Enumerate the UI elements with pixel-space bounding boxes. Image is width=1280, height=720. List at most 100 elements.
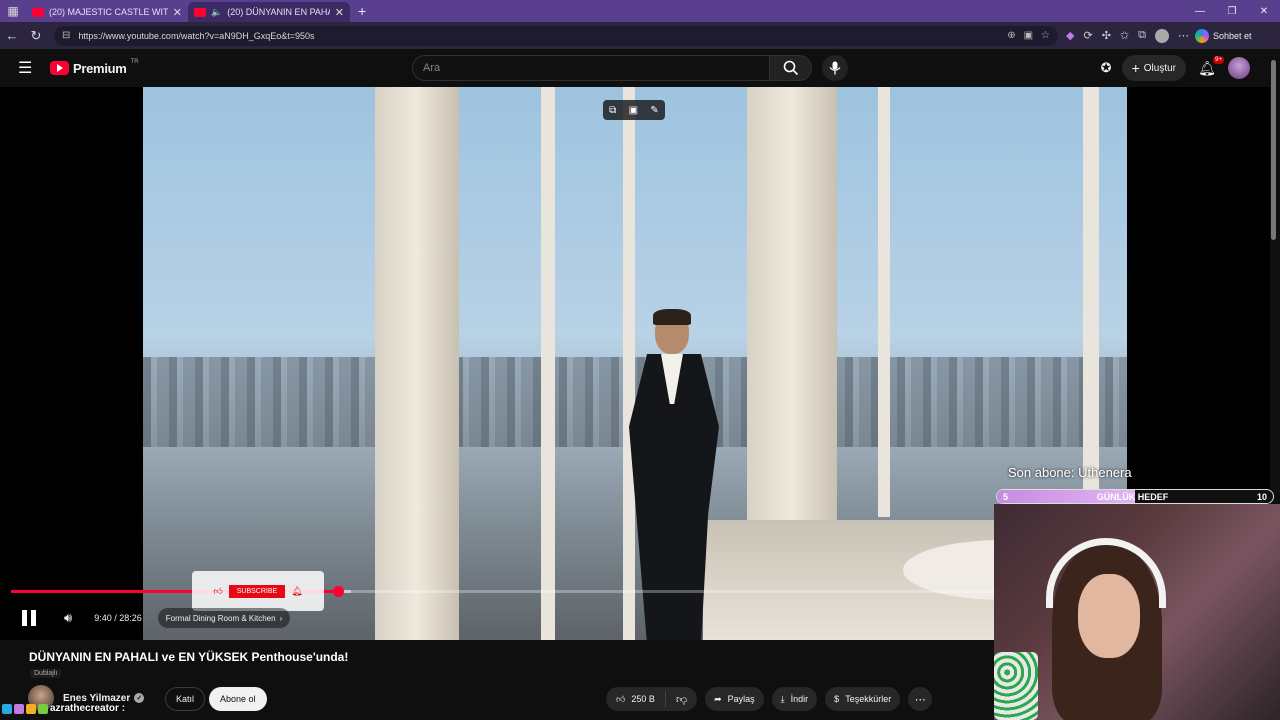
- notification-badge: 9+: [1213, 55, 1224, 64]
- youtube-logo[interactable]: Premium TR: [50, 58, 139, 76]
- video-frame: [143, 87, 1127, 640]
- plus-icon: +: [1131, 60, 1140, 76]
- youtube-header: ☰ Premium TR Ara ✪ + Oluştur 🔔︎ 9+: [0, 49, 1280, 87]
- url-text: https://www.youtube.com/watch?v=aN9DH_Gx…: [78, 30, 315, 41]
- browser-tab-bar: ▦ (20) MAJESTIC CASTLE WITH VIE ✕ 🔈 (20)…: [0, 0, 1280, 22]
- channel-name[interactable]: Enes Yilmazer ✓: [63, 692, 145, 704]
- logo-text: Premium: [73, 60, 127, 76]
- capture-icon[interactable]: ▣: [629, 105, 638, 116]
- microphone-icon: [829, 61, 841, 75]
- streamer-name-overlay: azrathecreator :: [2, 703, 125, 714]
- like-icon: 👍︎: [213, 585, 223, 596]
- share-icon: ➦: [714, 693, 722, 704]
- video-actions: 👍︎ 250 B 👎︎ ➦ Paylaş ⤓ İndir $ Teşekkürl…: [606, 687, 933, 711]
- goal-target: 10: [1256, 491, 1267, 502]
- refresh-icon[interactable]: ↻: [24, 28, 48, 44]
- voice-search-button[interactable]: [822, 55, 848, 81]
- extension-icon[interactable]: ⊕: [1007, 30, 1015, 41]
- premium-badge-icon[interactable]: ✪: [1101, 60, 1112, 76]
- close-window-icon[interactable]: ✕: [1248, 0, 1280, 22]
- goal-title: GÜNLÜK HEDEF: [1096, 491, 1169, 502]
- address-bar-row: ← ↻ ⊟ https://www.youtube.com/watch?v=aN…: [0, 22, 1280, 49]
- emote-icon: [38, 703, 48, 714]
- site-info-icon[interactable]: ⊟: [62, 30, 70, 41]
- back-icon[interactable]: ←: [0, 28, 24, 43]
- sync-icon[interactable]: ⟳: [1083, 29, 1092, 42]
- chapter-title: Formal Dining Room & Kitchen: [165, 613, 276, 623]
- search-input[interactable]: Ara: [412, 55, 770, 81]
- window-frame: [1083, 87, 1099, 517]
- daily-goal-bar: 5 GÜNLÜK HEDEF 10: [996, 489, 1274, 504]
- close-tab-icon[interactable]: ✕: [335, 6, 344, 19]
- verified-icon: ✓: [134, 693, 145, 703]
- search-button[interactable]: [770, 55, 812, 81]
- page-scrollbar[interactable]: [1271, 60, 1276, 240]
- like-count: 250 B: [631, 694, 655, 704]
- video-title: DÜNYANIN EN PAHALI ve EN YÜKSEK Penthous…: [29, 650, 349, 664]
- favorites-icon[interactable]: ✩: [1120, 29, 1129, 42]
- extensions-icon[interactable]: ✣: [1102, 29, 1111, 42]
- goal-labels: 5 GÜNLÜK HEDEF 10: [997, 490, 1273, 503]
- create-button[interactable]: + Oluştur: [1121, 55, 1186, 81]
- search-bar: Ara: [412, 55, 812, 81]
- region-code: TR: [130, 58, 139, 65]
- bell-icon: 🔔︎: [291, 585, 303, 596]
- collections-icon[interactable]: ⧉: [1138, 29, 1146, 42]
- favorite-star-icon[interactable]: ☆: [1041, 30, 1050, 41]
- more-actions-icon[interactable]: ⋯: [908, 687, 933, 711]
- progress-bar[interactable]: [11, 586, 994, 597]
- new-tab-icon[interactable]: +: [358, 3, 366, 19]
- channel-name-text: Enes Yilmazer: [63, 692, 131, 704]
- emote-icon: [14, 703, 24, 714]
- audio-playing-icon[interactable]: 🔈: [211, 7, 222, 18]
- thumbs-down-icon: 👎︎: [675, 693, 688, 706]
- chapter-button[interactable]: Formal Dining Room & Kitchen ›: [157, 608, 291, 628]
- player-controls: 🔊︎ 9:40 / 28:26 Formal Dining Room & Kit…: [0, 603, 994, 633]
- browser-tab-2[interactable]: 🔈 (20) DÜNYANIN EN PAHALI ✕: [188, 2, 350, 22]
- window-frame: [878, 87, 890, 517]
- join-button[interactable]: Katıl: [165, 687, 206, 711]
- volume-icon[interactable]: 🔊︎: [64, 610, 72, 626]
- search-icon: [783, 60, 798, 76]
- minimize-icon[interactable]: —: [1184, 0, 1216, 22]
- download-icon: ⤓: [780, 693, 785, 704]
- copilot-icon: [1194, 28, 1209, 43]
- account-avatar[interactable]: [1228, 57, 1250, 79]
- subscribe-button[interactable]: Abone ol: [209, 687, 267, 711]
- pip-icon[interactable]: ⧉: [609, 105, 616, 116]
- notifications-button[interactable]: 🔔︎ 9+: [1196, 55, 1224, 77]
- browser-tab-1[interactable]: (20) MAJESTIC CASTLE WITH VIE ✕: [26, 2, 188, 22]
- menu-icon[interactable]: ☰: [18, 58, 36, 78]
- extension-purple-icon[interactable]: ◆: [1066, 29, 1074, 42]
- restore-icon[interactable]: ❐: [1216, 0, 1248, 22]
- thanks-button[interactable]: $ Teşekkürler: [825, 687, 901, 711]
- youtube-favicon-icon: [32, 7, 44, 17]
- copilot-button[interactable]: Sohbet et: [1194, 28, 1252, 43]
- goal-current: 5: [1003, 491, 1009, 502]
- time-display: 9:40 / 28:26: [94, 613, 142, 623]
- pause-button[interactable]: [22, 610, 38, 626]
- window-controls: — ❐ ✕: [1184, 0, 1280, 22]
- pip-toolbar: ⧉ ▣ ✎: [603, 100, 665, 120]
- streamer-name: azrathecreator :: [50, 703, 126, 714]
- tab-actions-icon[interactable]: ▦: [0, 0, 26, 22]
- notes-icon[interactable]: ✎: [650, 105, 658, 116]
- emote-icon: [26, 703, 36, 714]
- download-button[interactable]: ⤓ İndir: [771, 687, 818, 711]
- app-available-icon[interactable]: ▣: [1024, 30, 1033, 41]
- emote-icon: [2, 703, 12, 714]
- more-menu-icon[interactable]: ⋯: [1178, 29, 1189, 42]
- streamer-webcam: [994, 504, 1280, 720]
- headphones: [1046, 538, 1166, 608]
- overlay-subscribe-text: SUBSCRIBE: [228, 584, 286, 598]
- profile-icon[interactable]: [1154, 28, 1169, 43]
- pause-icon: [31, 610, 36, 626]
- scrubber-handle[interactable]: [332, 586, 344, 597]
- close-tab-icon[interactable]: ✕: [173, 6, 182, 19]
- pause-icon: [22, 610, 27, 626]
- url-field[interactable]: ⊟ https://www.youtube.com/watch?v=aN9DH_…: [54, 25, 1058, 46]
- like-button[interactable]: 👍︎ 250 B: [606, 691, 666, 707]
- dislike-button[interactable]: 👎︎: [666, 693, 697, 706]
- like-dislike-group: 👍︎ 250 B 👎︎: [606, 687, 698, 711]
- share-button[interactable]: ➦ Paylaş: [705, 687, 764, 711]
